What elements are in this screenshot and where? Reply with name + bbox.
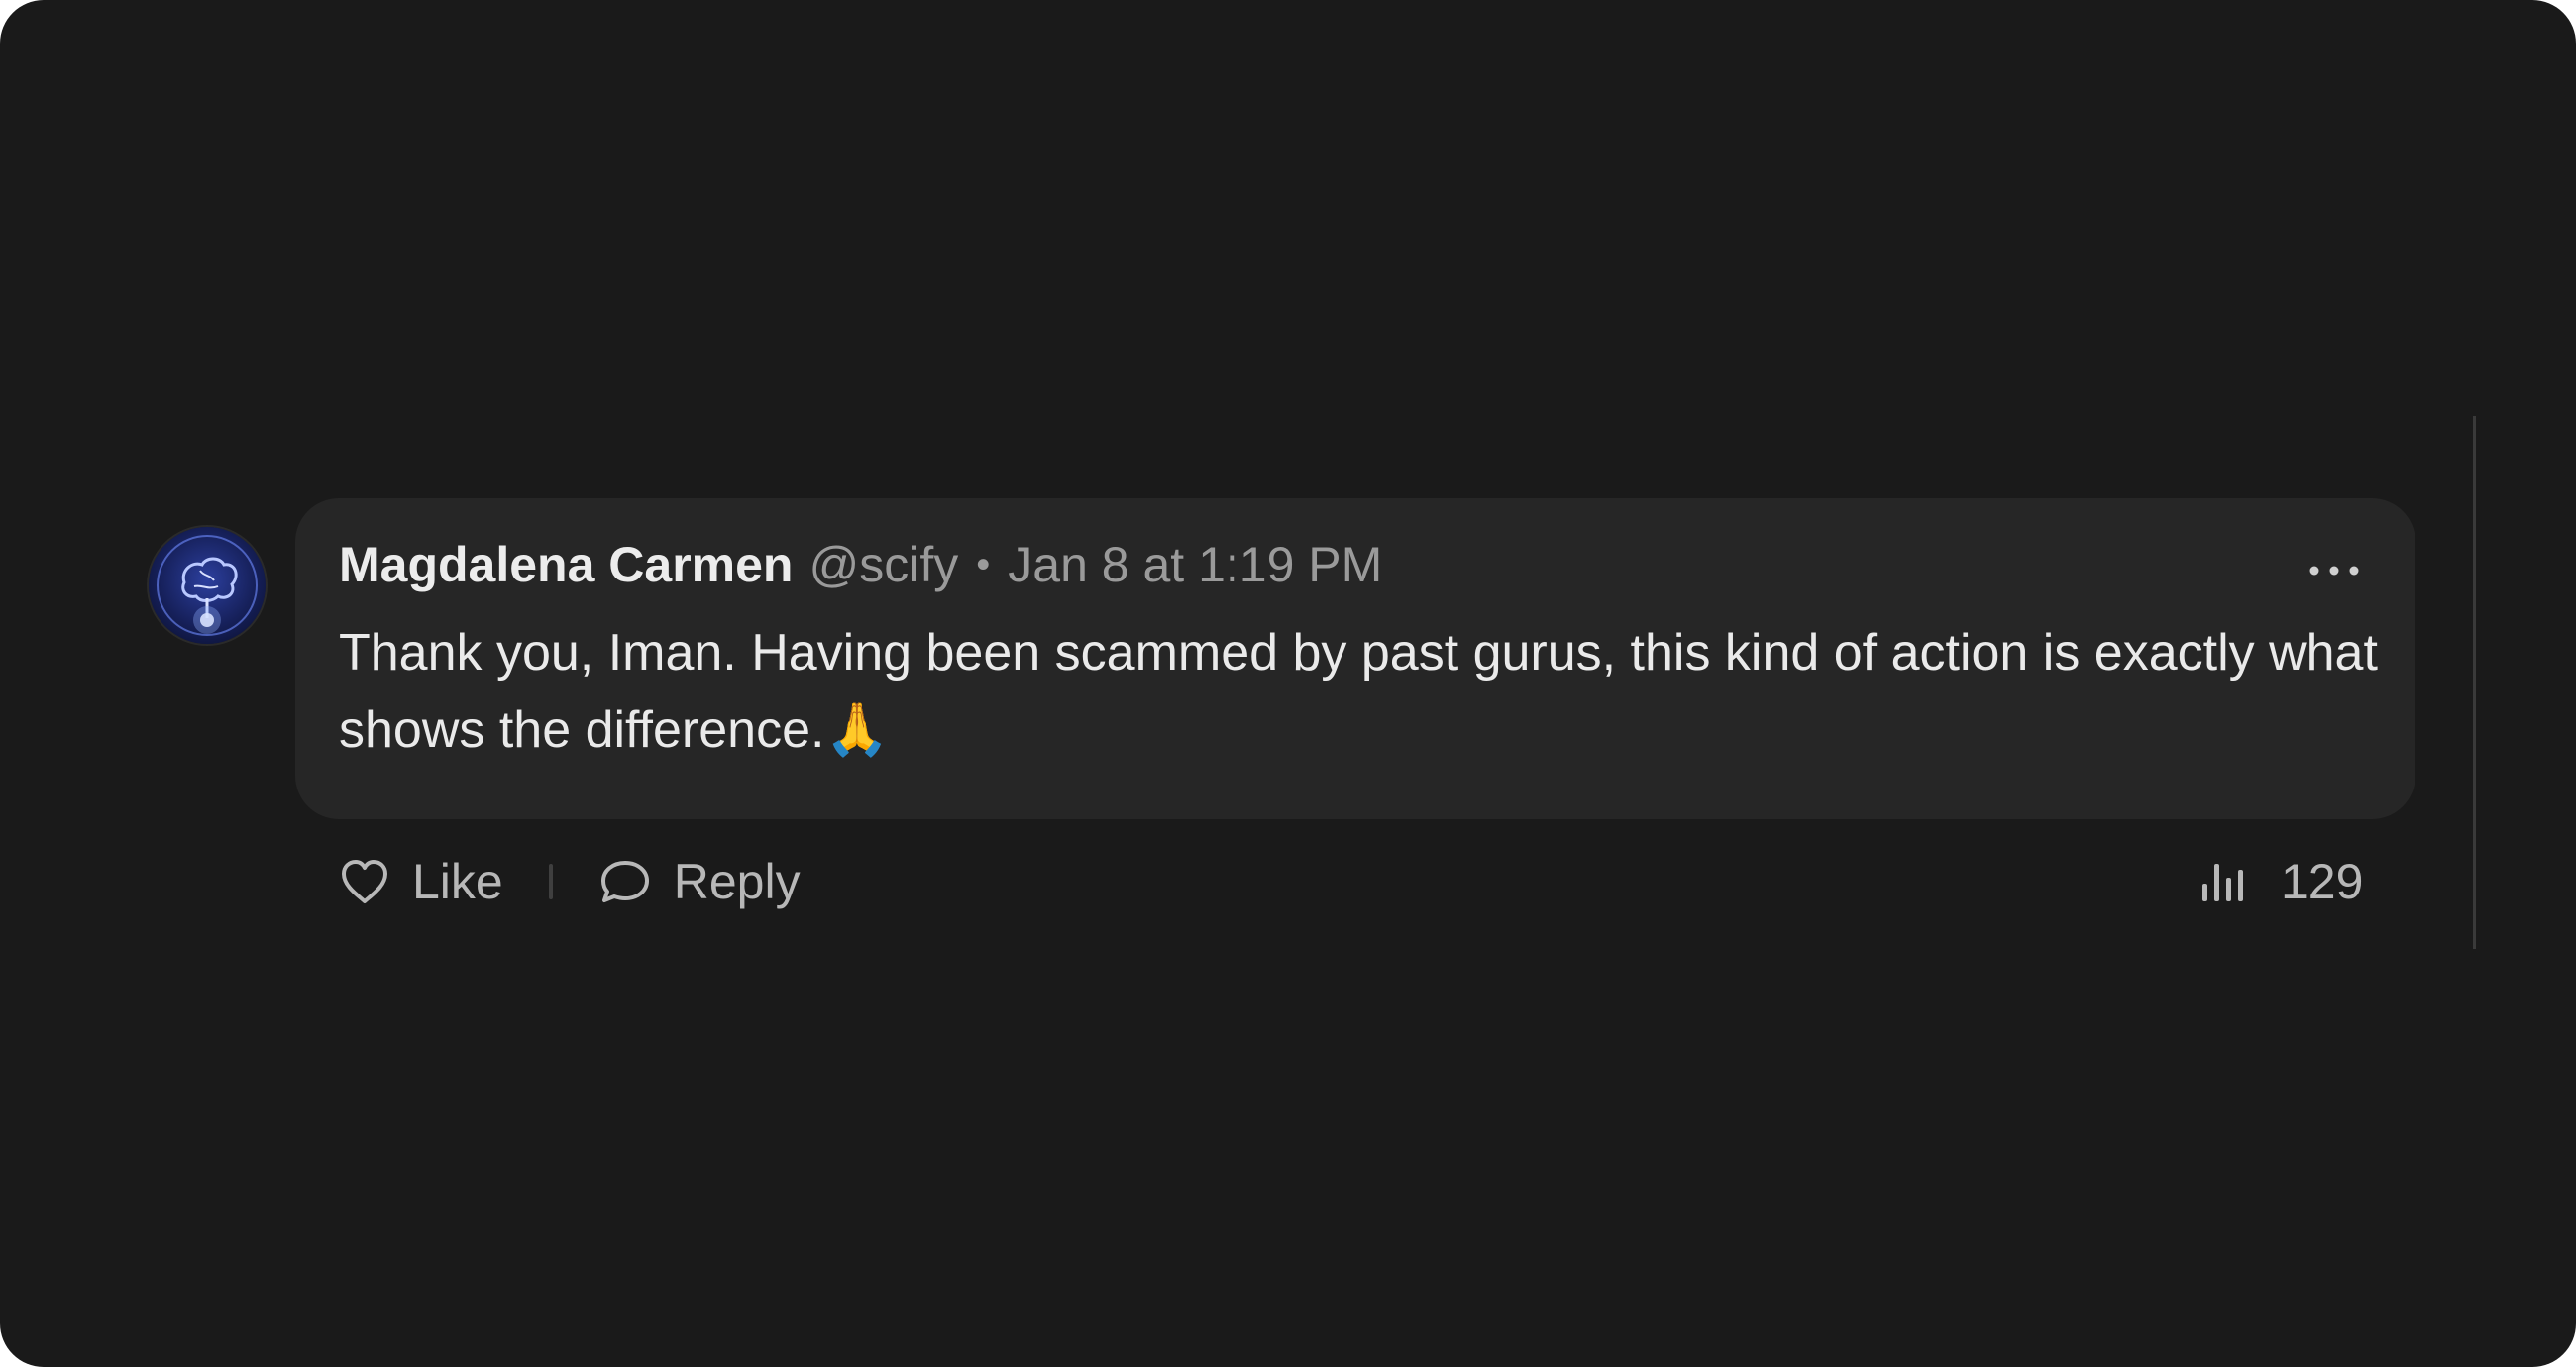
ellipsis-icon — [2309, 566, 2359, 576]
like-button[interactable]: Like — [339, 853, 503, 910]
avatar[interactable] — [149, 527, 266, 644]
view-count: 129 — [2200, 847, 2363, 916]
thread-line — [2473, 416, 2476, 949]
heart-icon — [342, 860, 387, 903]
comment-timestamp[interactable]: Jan 8 at 1:19 PM — [1008, 536, 1382, 593]
actions-divider — [548, 864, 553, 899]
bar-chart-icon — [2202, 864, 2243, 901]
author-name[interactable]: Magdalena Carmen — [339, 536, 793, 593]
brain-avatar-icon — [157, 535, 258, 636]
speech-bubble-icon — [600, 861, 649, 902]
comment-card: Magdalena Carmen @scify • Jan 8 at 1:19 … — [0, 0, 2576, 1367]
reply-button[interactable]: Reply — [598, 853, 801, 910]
comment-body: Thank you, Iman. Having been scammed by … — [339, 624, 2378, 759]
reply-label: Reply — [673, 854, 801, 909]
like-label: Like — [412, 854, 503, 909]
more-options-button[interactable] — [2303, 551, 2366, 590]
header-separator: • — [976, 542, 991, 586]
author-handle[interactable]: @scify — [808, 536, 958, 593]
comment-header: Magdalena Carmen @scify • Jan 8 at 1:19 … — [339, 530, 1382, 599]
comment-actions: Like Reply — [339, 847, 801, 916]
view-count-value: 129 — [2281, 854, 2364, 909]
